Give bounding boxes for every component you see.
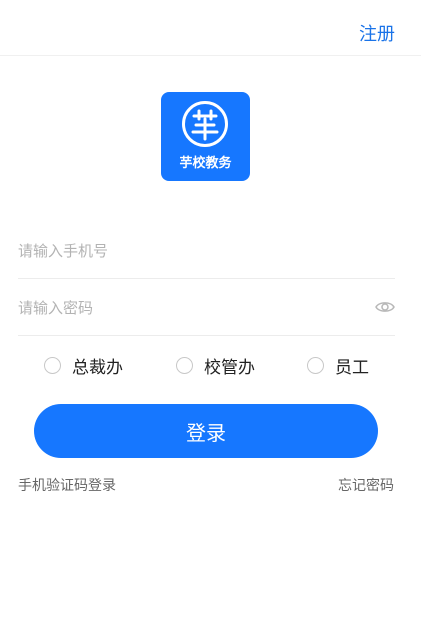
role-label: 总裁办 <box>72 358 123 378</box>
radio-unchecked-icon[interactable] <box>307 357 324 374</box>
register-link[interactable]: 注册 <box>359 20 395 46</box>
logo-text: 芋校教务 <box>179 156 232 171</box>
forgot-password-link[interactable]: 忘记密码 <box>338 475 394 495</box>
app-logo: 芋校教务 <box>161 92 250 181</box>
role-label: 校管办 <box>204 358 255 378</box>
phone-field-row <box>18 222 395 279</box>
password-input[interactable] <box>18 295 358 321</box>
top-bar: 注册 <box>0 0 421 56</box>
login-button[interactable]: 登录 <box>34 404 378 458</box>
eye-icon[interactable] <box>375 298 395 316</box>
role-label: 员工 <box>335 358 369 378</box>
radio-unchecked-icon[interactable] <box>176 357 193 374</box>
yu-character-circle-icon <box>182 101 228 147</box>
phone-input[interactable] <box>18 238 358 264</box>
role-selector: 总裁办 校管办 员工 <box>0 350 421 382</box>
password-field-row <box>18 279 395 336</box>
radio-unchecked-icon[interactable] <box>44 357 61 374</box>
sms-login-link[interactable]: 手机验证码登录 <box>18 475 116 495</box>
